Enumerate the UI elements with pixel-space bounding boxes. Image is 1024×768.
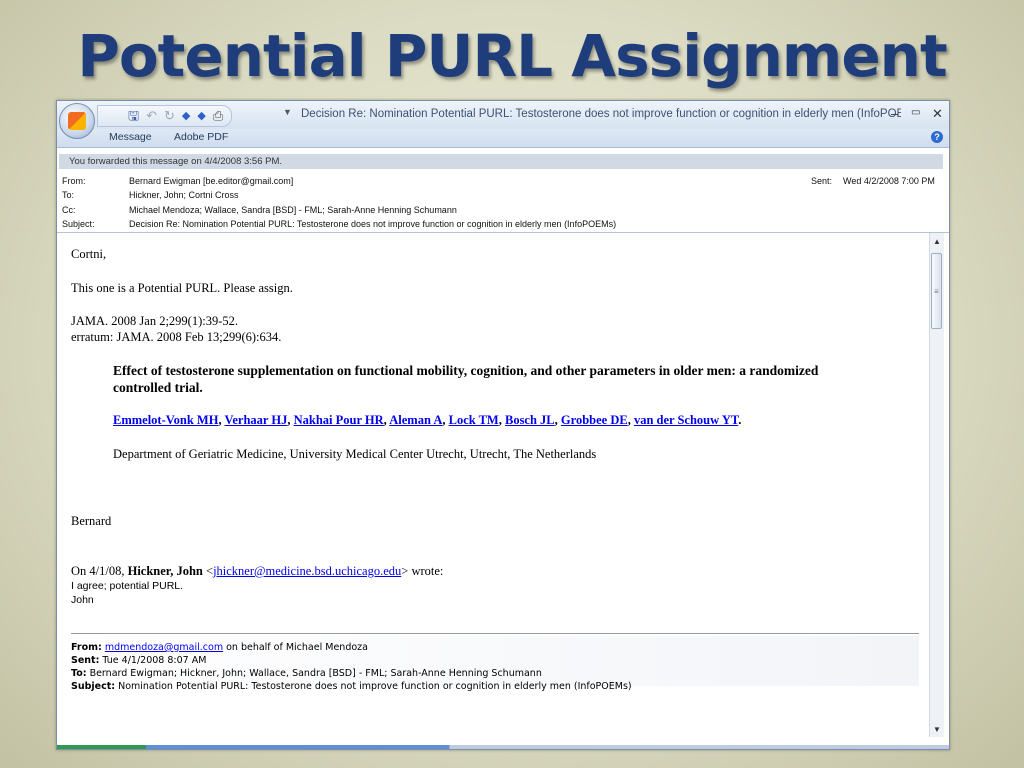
reply-signature: John — [71, 594, 94, 606]
vertical-scrollbar[interactable]: ▲ ≡ ▼ — [929, 233, 944, 737]
save-icon[interactable]: 🖫 — [128, 107, 139, 125]
quoted-subject: Nomination Potential PURL: Testosterone … — [115, 681, 632, 692]
restore-button[interactable]: ▭ — [911, 107, 920, 118]
quoted-sent: Tue 4/1/2008 8:07 AM — [99, 655, 207, 666]
quoted-from-email[interactable]: mdmendoza@gmail.com — [105, 642, 223, 653]
citation: JAMA. 2008 Jan 2;299(1):39-52. — [71, 314, 239, 328]
from-label: From: — [62, 176, 86, 186]
quoted-from-label: From: — [71, 642, 102, 653]
redo-icon[interactable]: ↻ — [164, 107, 175, 125]
body-line: This one is a Potential PURL. Please ass… — [71, 281, 293, 295]
quick-access-toolbar: 🖫 ↶ ↻ ◆ ◆ ⎙ — [97, 105, 233, 127]
author-link[interactable]: Emmelot-Vonk MH — [113, 413, 218, 427]
tab-message[interactable]: Message — [109, 131, 152, 143]
reply-line: I agree; potential PURL. — [71, 580, 184, 592]
subject-value: Decision Re: Nomination Potential PURL: … — [129, 219, 617, 229]
previous-item-icon[interactable]: ◆ — [182, 107, 190, 125]
reply-intro-prefix: On 4/1/08, — [71, 564, 128, 578]
quoted-header: From: mdmendoza@gmail.com on behalf of M… — [71, 636, 919, 692]
next-item-icon[interactable]: ◆ — [197, 107, 205, 125]
print-icon[interactable]: ⎙ — [213, 107, 223, 125]
sent-value: Wed 4/2/2008 7:00 PM — [843, 176, 935, 186]
signature: Bernard — [71, 514, 112, 528]
quoted-from-rest: on behalf of Michael Mendoza — [223, 642, 368, 653]
reply-intro: On 4/1/08, Hickner, John <jhickner@medic… — [71, 564, 444, 578]
help-icon[interactable]: ? — [931, 131, 943, 143]
cc-label: Cc: — [62, 205, 76, 215]
author-link[interactable]: Aleman A — [389, 413, 442, 427]
scroll-thumb[interactable]: ≡ — [931, 253, 942, 329]
greeting: Cortni, — [71, 247, 107, 261]
grip-icon: ≡ — [934, 287, 939, 296]
minimize-button[interactable]: – — [891, 106, 898, 121]
author-link[interactable]: Bosch JL — [505, 413, 555, 427]
quote-divider — [71, 633, 919, 634]
quoted-to: Bernard Ewigman; Hickner, John; Wallace,… — [86, 668, 542, 679]
author-link[interactable]: van der Schouw YT — [634, 413, 738, 427]
author-list: Emmelot-Vonk MH, Verhaar HJ, Nakhai Pour… — [113, 413, 742, 427]
cc-value[interactable]: Michael Mendoza; Wallace, Sandra [BSD] -… — [129, 205, 457, 215]
author-link[interactable]: Verhaar HJ — [224, 413, 287, 427]
message-body[interactable]: Cortni, This one is a Potential PURL. Pl… — [61, 233, 927, 737]
undo-icon[interactable]: ↶ — [146, 107, 157, 125]
reply-suffix: wrote: — [408, 564, 444, 578]
status-strip — [57, 745, 949, 749]
to-value[interactable]: Hickner, John; Cortni Cross — [129, 190, 239, 200]
author-link[interactable]: Lock TM — [449, 413, 499, 427]
close-button[interactable]: ✕ — [932, 106, 943, 122]
title-bar: 🖫 ↶ ↻ ◆ ◆ ⎙ ▼ Decision Re: Nomination Po… — [57, 101, 949, 129]
outlook-message-window: 🖫 ↶ ↻ ◆ ◆ ⎙ ▼ Decision Re: Nomination Po… — [56, 100, 950, 750]
subject-label: Subject: — [62, 219, 95, 229]
scroll-down-icon[interactable]: ▼ — [933, 725, 941, 734]
quoted-subject-label: Subject: — [71, 681, 116, 692]
quoted-to-label: To: — [71, 668, 87, 679]
from-value[interactable]: Bernard Ewigman [be.editor@gmail.com] — [129, 176, 293, 186]
slide-title: Potential PURL Assignment — [77, 22, 947, 90]
to-label: To: — [62, 190, 75, 200]
article-title: Effect of testosterone supplementation o… — [113, 363, 819, 395]
tab-adobe-pdf[interactable]: Adobe PDF — [174, 131, 228, 143]
author-link[interactable]: Grobbee DE — [561, 413, 628, 427]
ribbon-tabs: Message Adobe PDF ? — [57, 129, 949, 148]
reply-email-link[interactable]: jhickner@medicine.bsd.uchicago.edu — [213, 564, 401, 578]
scroll-up-icon[interactable]: ▲ — [933, 237, 941, 246]
affiliation: Department of Geriatric Medicine, Univer… — [113, 447, 597, 461]
sent-label: Sent: — [811, 176, 833, 186]
erratum: erratum: JAMA. 2008 Feb 13;299(6):634. — [71, 330, 282, 344]
author-link[interactable]: Nakhai Pour HR — [294, 413, 384, 427]
quoted-sent-label: Sent: — [71, 655, 100, 666]
office-button[interactable] — [59, 103, 95, 139]
customize-toolbar-icon[interactable]: ▼ — [283, 107, 292, 117]
info-bar[interactable]: You forwarded this message on 4/4/2008 3… — [59, 154, 943, 169]
office-logo-icon — [68, 112, 86, 130]
reply-author: Hickner, John — [127, 564, 203, 578]
window-title: Decision Re: Nomination Potential PURL: … — [301, 108, 901, 120]
